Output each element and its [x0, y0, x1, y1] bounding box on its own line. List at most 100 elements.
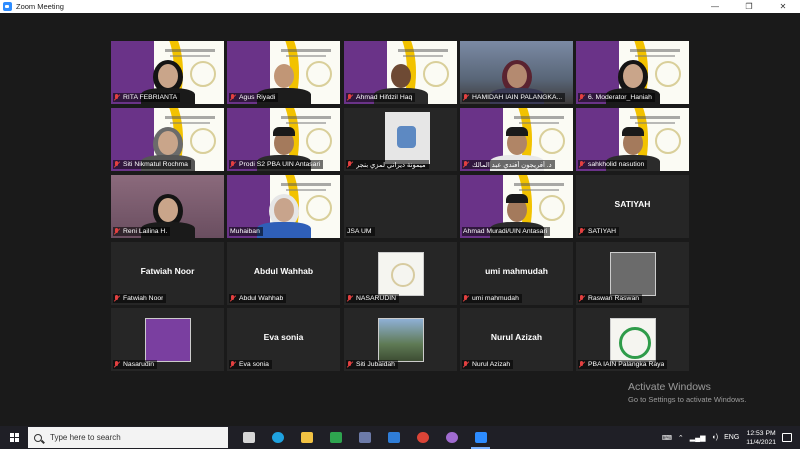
- participant-name-tag: 6. Moderator_Haniah: [578, 93, 655, 102]
- participant-display-name: Eva sonia: [263, 332, 304, 342]
- participant-tile[interactable]: د. أفريجون أفندي عبد المالك: [460, 108, 573, 171]
- participant-name-tag: Nasarudin: [113, 360, 157, 369]
- participant-name: Siti Jubaidah: [356, 361, 395, 368]
- title-bar: Zoom Meeting — ❐ ✕: [0, 0, 800, 13]
- participant-name: HAMIDAH IAIN PALANGKA...: [472, 94, 563, 101]
- taskbar-app-sheets[interactable]: [321, 426, 350, 449]
- participant-tile[interactable]: Muhaiban: [227, 175, 340, 238]
- close-button[interactable]: ✕: [766, 0, 800, 13]
- language-indicator[interactable]: ENG: [724, 434, 739, 441]
- start-button[interactable]: [0, 426, 28, 449]
- participant-name: Ahmad Muradi/UIN Antasari: [463, 228, 548, 235]
- participant-tile[interactable]: Reni Lailina H.: [111, 175, 224, 238]
- profile-picture: [609, 318, 656, 362]
- taskbar-search[interactable]: [28, 427, 228, 448]
- participant-tile[interactable]: Raswan Raswan: [576, 242, 689, 305]
- participant-tile[interactable]: 6. Moderator_Haniah: [576, 41, 689, 104]
- volume-icon[interactable]: ◖): [712, 434, 719, 441]
- participant-name-tag: Fatwiah Noor: [113, 294, 167, 303]
- participant-tile[interactable]: NASARUDIN: [344, 242, 457, 305]
- mail-icon: [387, 432, 400, 443]
- participant-tile[interactable]: PBA IAIN Palangka Raya: [576, 308, 689, 371]
- participant-tile[interactable]: Siti Nikmatul Rochma: [111, 108, 224, 171]
- participant-tile[interactable]: Nurul Azizah Nurul Azizah: [460, 308, 573, 371]
- participant-tile[interactable]: Ahmad Hifdzil Haq: [344, 41, 457, 104]
- participant-tile[interactable]: JSA UM: [344, 175, 457, 238]
- muted-microphone-icon: [347, 94, 353, 101]
- muted-microphone-icon: [463, 161, 469, 168]
- muted-microphone-icon: [463, 94, 469, 101]
- participant-tile[interactable]: Nasarudin: [111, 308, 224, 371]
- keyboard-icon[interactable]: ⌨: [662, 434, 672, 442]
- muted-microphone-icon: [579, 161, 585, 168]
- participant-name: sahkholid nasution: [588, 161, 645, 168]
- participant-tile[interactable]: umi mahmudah umi mahmudah: [460, 242, 573, 305]
- participant-name: 6. Moderator_Haniah: [588, 94, 652, 101]
- participant-name: Nurul Azizah: [472, 361, 511, 368]
- clock-time: 12:53 PM: [746, 429, 776, 437]
- muted-microphone-icon: [579, 94, 585, 101]
- muted-microphone-icon: [230, 94, 236, 101]
- muted-microphone-icon: [347, 361, 353, 368]
- participant-tile[interactable]: Eva sonia Eva sonia: [227, 308, 340, 371]
- participant-name: JSA UM: [347, 228, 372, 235]
- participant-name-tag: sahkholid nasution: [578, 160, 648, 169]
- participant-tile[interactable]: Agus Riyadi: [227, 41, 340, 104]
- participant-tile[interactable]: RITA FEBRIANTA: [111, 41, 224, 104]
- network-icon[interactable]: ▂▄▆: [690, 434, 706, 442]
- participant-name: NASARUDIN: [356, 295, 397, 302]
- file-explorer-icon: [300, 432, 313, 443]
- participant-tile[interactable]: Abdul Wahhab Abdul Wahhab: [227, 242, 340, 305]
- participant-name-tag: SATIYAH: [578, 227, 620, 236]
- muted-microphone-icon: [579, 295, 585, 302]
- participant-name-tag: Reni Lailina H.: [113, 227, 171, 236]
- participant-name-tag: Nurul Azizah: [462, 360, 514, 369]
- participant-name: Reni Lailina H.: [123, 228, 168, 235]
- participant-tile[interactable]: Ahmad Muradi/UIN Antasari: [460, 175, 573, 238]
- taskbar-app-store[interactable]: [350, 426, 379, 449]
- muted-microphone-icon: [463, 361, 469, 368]
- participant-tile[interactable]: Fatwiah Noor Fatwiah Noor: [111, 242, 224, 305]
- edge-icon: [271, 432, 284, 443]
- window-controls: — ❐ ✕: [698, 0, 800, 13]
- participant-name-tag: Raswan Raswan: [578, 294, 642, 303]
- clock-date: 11/4/2021: [746, 438, 776, 446]
- participant-name-tag: Abdul Wahhab: [229, 294, 287, 303]
- participant-name: Siti Nikmatul Rochma: [123, 161, 188, 168]
- store-icon: [358, 432, 371, 443]
- participant-tile[interactable]: Siti Jubaidah: [344, 308, 457, 371]
- profile-picture: [377, 318, 424, 362]
- watermark-title: Activate Windows: [628, 381, 711, 393]
- chrome-icon: [416, 432, 429, 443]
- taskbar-app-zoom[interactable]: [466, 426, 495, 449]
- participant-name: Muhaiban: [230, 228, 260, 235]
- minimize-button[interactable]: —: [698, 0, 732, 13]
- maximize-button[interactable]: ❐: [732, 0, 766, 13]
- participant-name: SATIYAH: [588, 228, 617, 235]
- participant-name: umi mahmudah: [472, 295, 519, 302]
- notification-icon[interactable]: [782, 433, 792, 442]
- search-input[interactable]: [50, 433, 220, 442]
- taskbar-app-chrome[interactable]: [408, 426, 437, 449]
- participant-display-name: Fatwiah Noor: [140, 266, 195, 276]
- participant-tile[interactable]: SATIYAH SATIYAH: [576, 175, 689, 238]
- clock[interactable]: 12:53 PM 11/4/2021: [746, 429, 776, 447]
- muted-microphone-icon: [347, 295, 353, 302]
- zoom-app-icon: [3, 2, 12, 11]
- taskbar-app-file-explorer[interactable]: [292, 426, 321, 449]
- taskbar-app-edge[interactable]: [263, 426, 292, 449]
- participant-tile[interactable]: ميمونة ديراني لمزي بنجر: [344, 108, 457, 171]
- participant-name: RITA FEBRIANTA: [123, 94, 178, 101]
- participant-name: Agus Riyadi: [239, 94, 276, 101]
- chevron-up-icon[interactable]: ⌃: [678, 434, 684, 442]
- taskbar-app-mail[interactable]: [379, 426, 408, 449]
- participant-tile[interactable]: HAMIDAH IAIN PALANGKA...: [460, 41, 573, 104]
- taskbar-app-task-view[interactable]: [234, 426, 263, 449]
- muted-microphone-icon: [230, 361, 236, 368]
- window-title: Zoom Meeting: [16, 2, 64, 11]
- participant-tile[interactable]: sahkholid nasution: [576, 108, 689, 171]
- taskbar-app-media[interactable]: [437, 426, 466, 449]
- muted-microphone-icon: [579, 361, 585, 368]
- participant-name: د. أفريجون أفندي عبد المالك: [472, 161, 552, 169]
- participant-tile[interactable]: Prodi S2 PBA UIN Antasari: [227, 108, 340, 171]
